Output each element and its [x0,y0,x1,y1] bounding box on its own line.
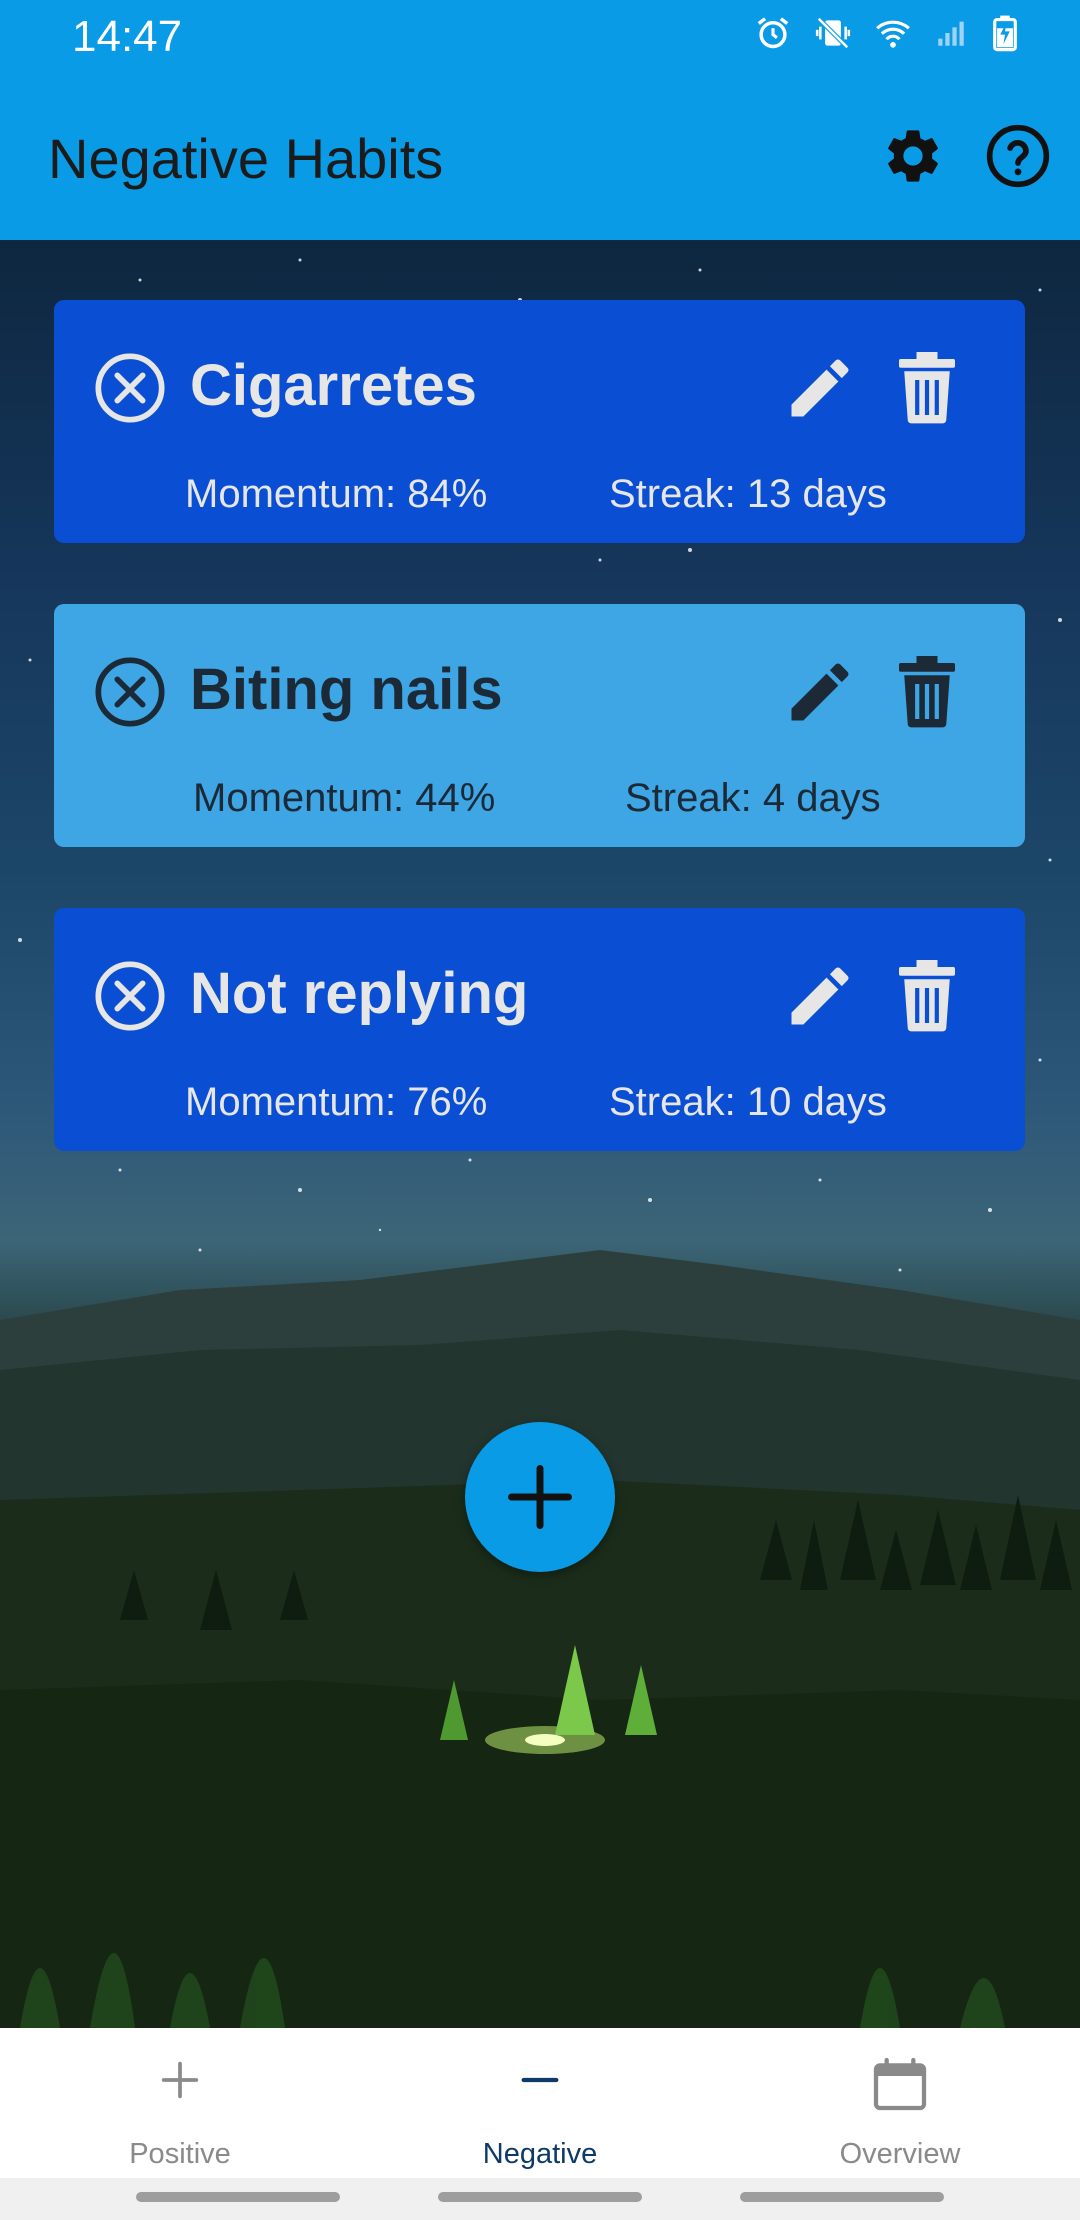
page-title: Negative Habits [48,127,444,190]
edit-habit-button[interactable] [782,958,858,1034]
gear-icon [888,130,938,182]
streak-text: Streak: 4 days [625,776,881,820]
settings-button[interactable] [873,116,953,196]
status-time: 14:47 [72,12,183,61]
status-bar: 14:47 [0,0,1080,72]
alarm-icon [754,14,792,52]
fail-habit-button[interactable] [92,654,168,730]
delete-habit-button[interactable] [892,348,962,426]
add-habit-button[interactable] [465,1422,615,1572]
status-icons [754,14,1020,52]
system-gesture-bar [0,2178,1080,2220]
nav-tab-negative[interactable]: Negative [360,2028,720,2178]
habit-name: Cigarretes [190,353,477,418]
plus-icon [161,2061,199,2099]
trash-icon [899,352,955,424]
bottom-navigation: Positive Negative Overview [0,2028,1080,2178]
habit-card[interactable]: Not replying Momentum: 76% Streak: 10 da… [54,908,1025,1151]
pencil-icon [791,359,849,417]
vibrate-mute-icon [814,14,852,52]
edit-habit-button[interactable] [782,654,858,730]
calendar-icon [873,2057,927,2111]
home-handle[interactable] [438,2192,642,2202]
habit-card[interactable]: Cigarretes Momentum: 84% Streak: 13 days [54,300,1025,543]
fail-habit-button[interactable] [92,958,168,1034]
close-circle-icon [95,961,165,1031]
nav-label-negative: Negative [482,2138,598,2170]
habit-name: Biting nails [190,657,503,722]
app-bar: Negative Habits [0,72,1080,240]
nav-label-positive: Positive [129,2138,231,2170]
help-button[interactable] [978,116,1058,196]
close-circle-icon [95,353,165,423]
momentum-text: Momentum: 84% [185,472,488,516]
back-handle[interactable] [740,2192,944,2202]
streak-text: Streak: 10 days [609,1080,887,1124]
nav-label-overview: Overview [839,2138,961,2170]
streak-text: Streak: 13 days [609,472,887,516]
momentum-text: Momentum: 44% [193,776,496,820]
nav-tab-positive[interactable]: Positive [0,2028,360,2178]
minus-icon [521,2077,559,2083]
habit-card[interactable]: Biting nails Momentum: 44% Streak: 4 day… [54,604,1025,847]
edit-habit-button[interactable] [782,350,858,426]
momentum-text: Momentum: 76% [185,1080,488,1124]
wifi-icon [874,14,912,52]
fail-habit-button[interactable] [92,350,168,426]
help-circle-icon [986,124,1050,188]
close-circle-icon [95,657,165,727]
trash-icon [899,656,955,728]
delete-habit-button[interactable] [892,652,962,730]
trash-icon [899,960,955,1032]
recent-apps-handle[interactable] [136,2192,340,2202]
delete-habit-button[interactable] [892,956,962,1034]
nav-tab-overview[interactable]: Overview [720,2028,1080,2178]
pencil-icon [791,967,849,1025]
habit-name: Not replying [190,961,529,1026]
plus-icon [508,1465,572,1529]
battery-charging-icon [990,14,1020,52]
pencil-icon [791,663,849,721]
signal-icon [934,16,968,50]
